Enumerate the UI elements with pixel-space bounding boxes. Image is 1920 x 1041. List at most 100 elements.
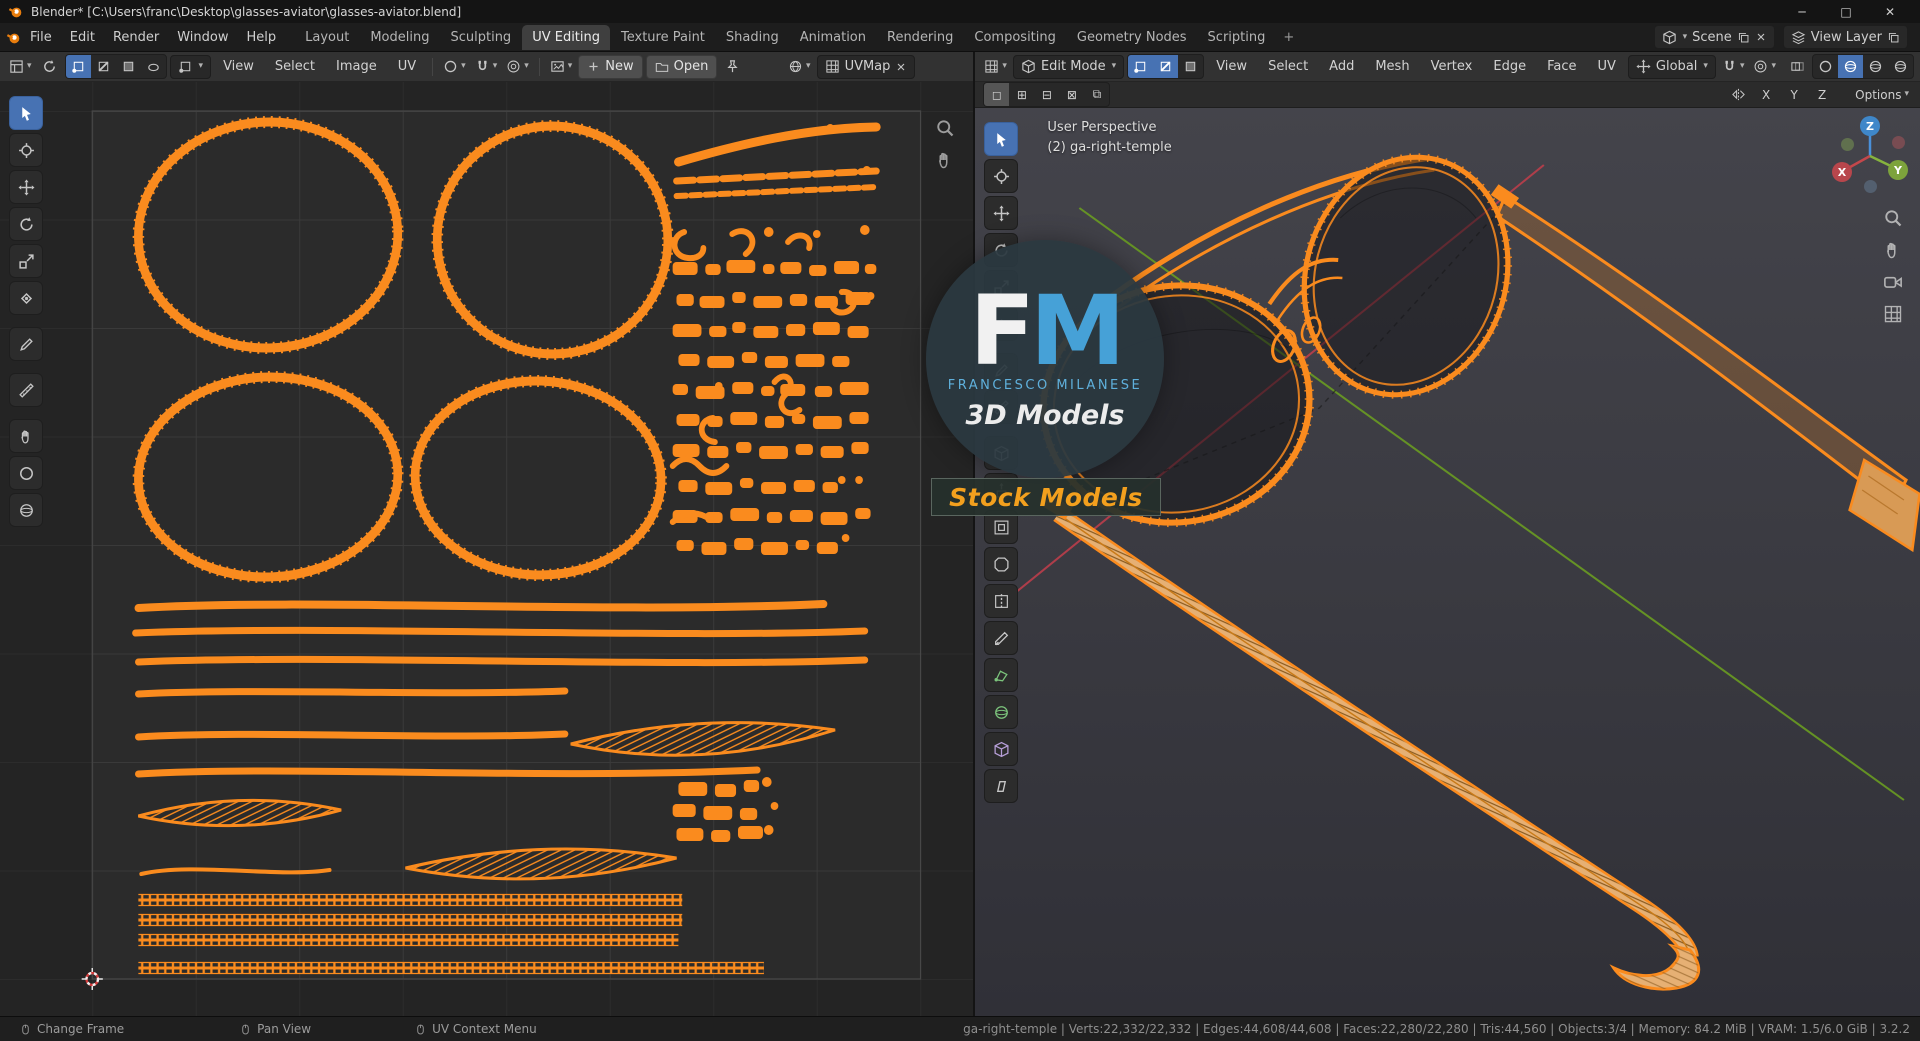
select-op-set[interactable]: ◻ — [984, 83, 1010, 106]
pan-hand-icon[interactable] — [1883, 240, 1903, 260]
mesh-select-mode-vertex[interactable] — [1128, 55, 1154, 78]
vp-tool-move[interactable] — [984, 196, 1019, 230]
uv-map-selector[interactable]: UVMap — [816, 54, 916, 79]
view-layer-copy-icon[interactable] — [1887, 31, 1900, 44]
uv-tool-measure[interactable] — [9, 373, 43, 407]
browse-image-button[interactable]: ▾ — [547, 55, 576, 79]
ortho-grid-icon[interactable] — [1883, 304, 1903, 324]
vp-menu-select[interactable]: Select — [1259, 55, 1317, 78]
vp-tool-tweak[interactable] — [984, 122, 1019, 156]
tab-scripting[interactable]: Scripting — [1198, 25, 1276, 50]
gizmo-z-negative[interactable] — [1864, 180, 1877, 193]
uv-tool-relax[interactable] — [9, 456, 43, 490]
mesh-select-mode-face[interactable] — [1178, 55, 1203, 78]
uv-tool-tweak[interactable] — [9, 96, 43, 130]
tab-rendering[interactable]: Rendering — [877, 25, 963, 50]
menu-edit[interactable]: Edit — [61, 26, 104, 49]
new-image-button[interactable]: New — [578, 54, 643, 79]
scene-selector[interactable]: ▾ Scene — [1653, 25, 1775, 49]
scene-unlink-icon[interactable] — [1755, 31, 1767, 43]
shading-material[interactable] — [1863, 55, 1888, 78]
uv-menu-image[interactable]: Image — [327, 55, 386, 78]
uv-map-clear-icon[interactable] — [895, 61, 907, 73]
vp-menu-edge[interactable]: Edge — [1484, 55, 1535, 78]
tab-shading[interactable]: Shading — [716, 25, 789, 50]
viewport-editor-type-button[interactable]: ▾ — [981, 55, 1010, 79]
zoom-icon[interactable] — [935, 118, 955, 138]
uv-pivot-selector[interactable]: ▾ — [440, 55, 469, 79]
uv-select-mode-face[interactable] — [116, 55, 141, 78]
uv-select-mode-vertex[interactable] — [65, 55, 91, 78]
tab-texture-paint[interactable]: Texture Paint — [611, 25, 715, 50]
add-workspace-button[interactable]: + — [1276, 25, 1301, 50]
uv-tool-rotate[interactable] — [9, 207, 43, 241]
mirror-icon-button[interactable] — [1726, 83, 1750, 107]
shading-rendered[interactable] — [1888, 55, 1913, 78]
tab-uv-editing[interactable]: UV Editing — [522, 24, 611, 50]
select-op-subtract[interactable]: ⊟ — [1034, 83, 1059, 106]
gizmo-x-axis[interactable]: X — [1832, 162, 1852, 182]
uv-proportional-edit-selector[interactable]: ▾ — [503, 55, 532, 79]
pin-image-button[interactable] — [720, 55, 744, 79]
uv-tool-scale[interactable] — [9, 244, 43, 278]
blender-menu-icon[interactable] — [6, 30, 21, 45]
tab-geometry-nodes[interactable]: Geometry Nodes — [1067, 25, 1197, 50]
tab-sculpting[interactable]: Sculpting — [440, 25, 521, 50]
vp-tool-spin[interactable] — [984, 695, 1019, 729]
menu-file[interactable]: File — [21, 26, 61, 49]
camera-view-icon[interactable] — [1883, 272, 1903, 292]
uv-select-mode-edge[interactable] — [91, 55, 116, 78]
tab-compositing[interactable]: Compositing — [964, 25, 1066, 50]
open-image-button[interactable]: Open — [645, 54, 718, 79]
zoom-icon[interactable] — [1883, 208, 1903, 228]
mirror-z-toggle[interactable]: Z — [1810, 83, 1834, 107]
vp-menu-vertex[interactable]: Vertex — [1422, 55, 1482, 78]
navigation-gizmo[interactable]: Z X Y — [1828, 114, 1912, 198]
uv-menu-select[interactable]: Select — [266, 55, 324, 78]
gizmo-y-negative[interactable] — [1841, 138, 1854, 151]
uv-tool-transform[interactable] — [9, 281, 43, 315]
xray-toggle[interactable] — [1785, 55, 1809, 79]
mode-selector[interactable]: Edit Mode ▾ — [1012, 54, 1125, 79]
gizmo-y-axis[interactable]: Y — [1888, 160, 1908, 180]
uv-tool-cursor[interactable] — [9, 133, 43, 167]
vp-tool-knife[interactable] — [984, 621, 1019, 655]
uv-sticky-mode-selector[interactable]: ▾ — [169, 54, 212, 79]
vp-menu-face[interactable]: Face — [1538, 55, 1585, 78]
tab-animation[interactable]: Animation — [790, 25, 876, 50]
uv-tool-move[interactable] — [9, 170, 43, 204]
vp-tool-shear[interactable] — [984, 769, 1019, 803]
pan-hand-icon[interactable] — [935, 150, 955, 170]
snap-selector[interactable]: ▾ — [1719, 55, 1748, 79]
vp-menu-add[interactable]: Add — [1320, 55, 1363, 78]
uv-select-mode-island[interactable] — [141, 55, 166, 78]
vp-tool-cursor[interactable] — [984, 159, 1019, 193]
tab-modeling[interactable]: Modeling — [360, 25, 439, 50]
uv-menu-view[interactable]: View — [214, 55, 263, 78]
vp-tool-shrink-fatten[interactable] — [984, 732, 1019, 766]
gizmo-z-axis[interactable]: Z — [1860, 116, 1880, 136]
transform-orientation-selector[interactable]: Global ▾ — [1627, 54, 1716, 79]
vp-tool-poly-build[interactable] — [984, 658, 1019, 692]
vp-menu-view[interactable]: View — [1207, 55, 1256, 78]
uv-menu-uv[interactable]: UV — [389, 55, 425, 78]
close-button[interactable]: ✕ — [1868, 0, 1912, 23]
scene-copy-icon[interactable] — [1737, 31, 1750, 44]
vp-tool-bevel[interactable] — [984, 547, 1019, 581]
viewport-canvas[interactable]: User Perspective (2) ga-right-temple Z X… — [975, 108, 1920, 1016]
view-layer-selector[interactable]: View Layer — [1782, 25, 1908, 49]
menu-help[interactable]: Help — [238, 26, 286, 49]
uv-editor-type-button[interactable]: ▾ — [6, 55, 35, 79]
options-dropdown[interactable]: Options ▾ — [1852, 83, 1912, 107]
gizmo-x-negative[interactable] — [1892, 136, 1905, 149]
uv-sync-selection-toggle[interactable] — [38, 55, 62, 79]
vp-menu-uv[interactable]: UV — [1589, 55, 1625, 78]
mirror-y-toggle[interactable]: Y — [1782, 83, 1806, 107]
menu-window[interactable]: Window — [168, 26, 237, 49]
select-op-intersect[interactable]: ⧉ — [1084, 83, 1109, 106]
uv-canvas[interactable] — [0, 82, 974, 1016]
shading-wireframe[interactable] — [1813, 55, 1838, 78]
minimize-button[interactable]: ─ — [1780, 0, 1824, 23]
vp-menu-mesh[interactable]: Mesh — [1366, 55, 1418, 78]
mirror-x-toggle[interactable]: X — [1754, 83, 1778, 107]
